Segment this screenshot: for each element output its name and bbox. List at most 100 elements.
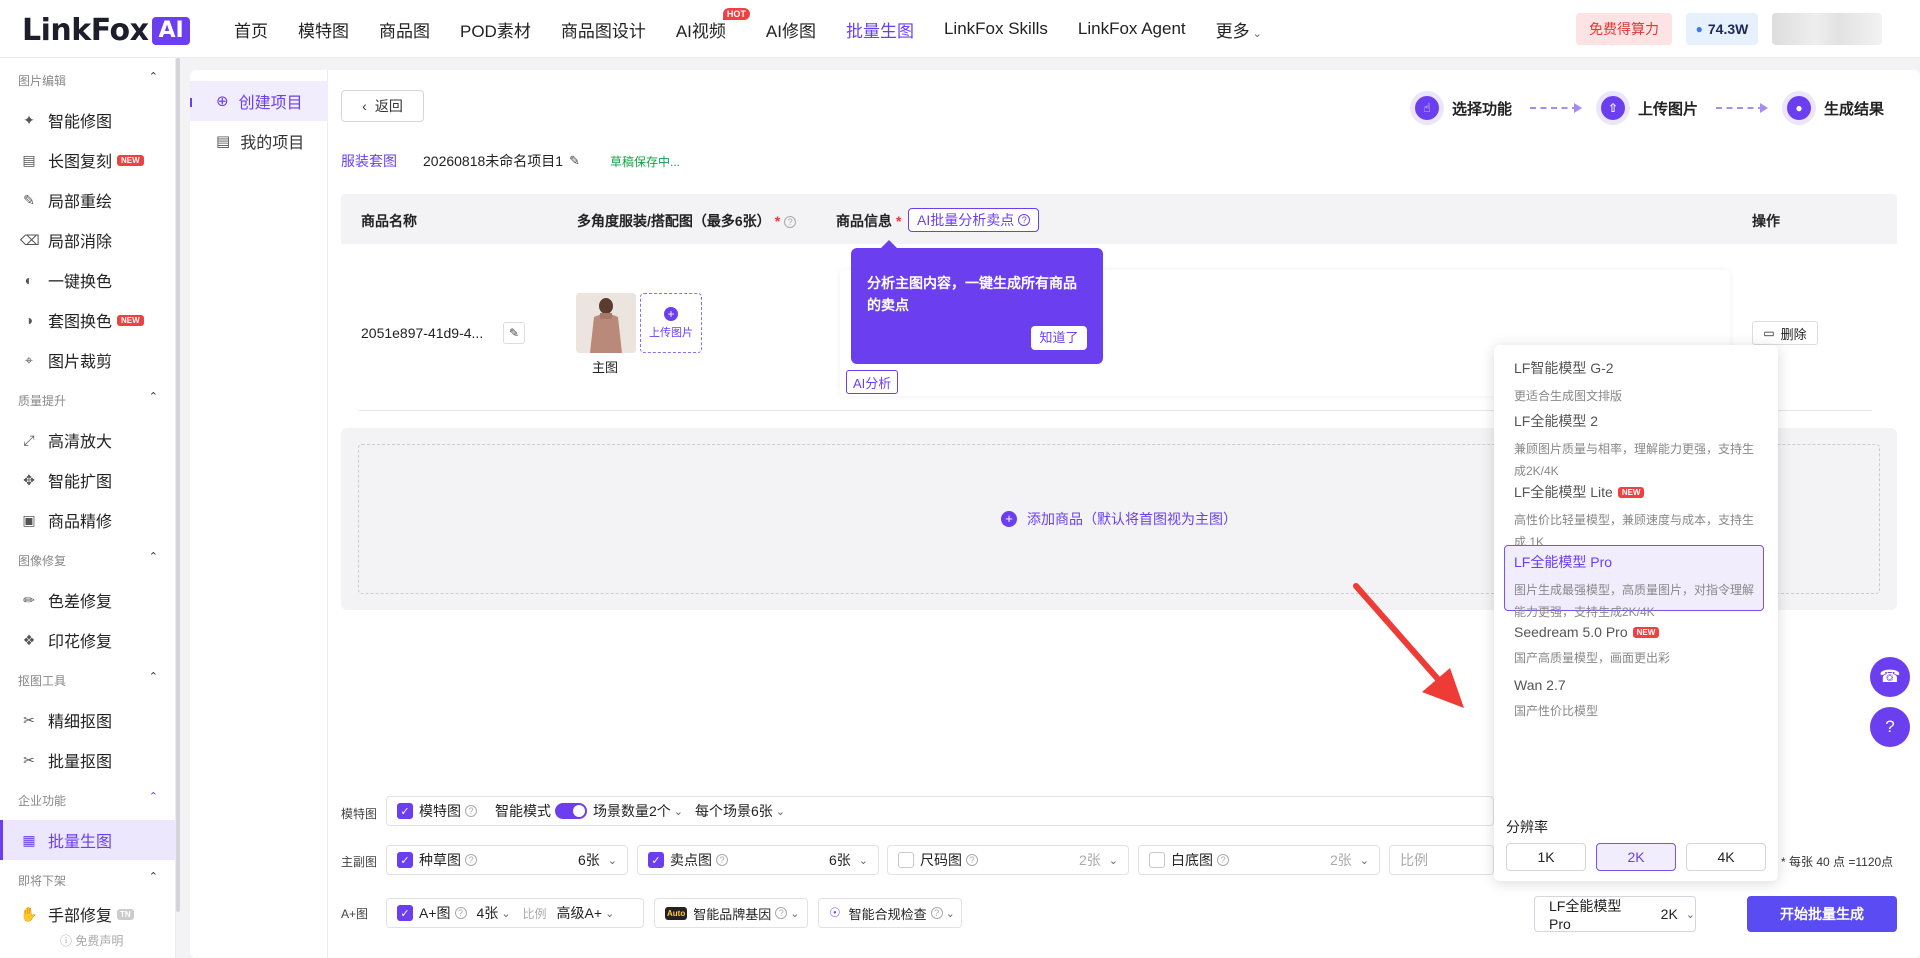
sidebar-item-set-recolor[interactable]: ◑ 套图换色 NEW xyxy=(0,300,176,340)
nav-home[interactable]: 首页 xyxy=(234,17,268,42)
nav-model-image[interactable]: 模特图 xyxy=(298,17,349,42)
config-row-label: 主副图 xyxy=(341,855,378,869)
aplus-ratio-select[interactable]: 高级A+ xyxy=(557,903,603,923)
start-batch-button[interactable]: 开始批量生成 xyxy=(1747,896,1897,932)
resolution-4k-button[interactable]: 4K xyxy=(1686,843,1766,871)
model-option-selected[interactable]: LF全能模型 Pro 图片生成最强模型，高质量图片，对指令理解能力更强，支持生成2… xyxy=(1504,545,1764,619)
sidebar-group-title[interactable]: 抠图工具 ⌃ xyxy=(18,671,158,689)
model-option[interactable]: LF全能模型 Lite NEW 高性价比轻量模型，兼顾速度与成本，支持生成 1K xyxy=(1504,475,1764,554)
nav-label: 更多 xyxy=(1215,21,1250,41)
credit-balance[interactable]: ● 74.3W xyxy=(1686,13,1758,45)
nav-product-design[interactable]: 商品图设计 xyxy=(561,17,646,42)
project-type-link[interactable]: 服装套图 xyxy=(341,151,397,171)
subnav-my-projects[interactable]: ▤ 我的项目 xyxy=(190,121,328,161)
delete-button[interactable]: ▭ 删除 xyxy=(1752,321,1818,345)
sidebar-scrollbar[interactable] xyxy=(176,58,180,912)
model-option[interactable]: LF智能模型 G-2 更适合生成图文排版 xyxy=(1504,351,1764,408)
nav-batch-generate[interactable]: 批量生图 xyxy=(846,17,914,42)
sidebar-item-long-copy[interactable]: ▤ 长图复刻 NEW xyxy=(0,140,176,180)
sidebar-item-upscale[interactable]: ⤢ 高清放大 xyxy=(0,420,176,460)
tooltip-dismiss-button[interactable]: 知道了 xyxy=(1031,326,1087,350)
help-icon[interactable]: ? xyxy=(716,854,728,866)
selling-image-select[interactable]: ✓ 卖点图? 6张 ⌄ xyxy=(637,845,879,875)
aplus-checkbox[interactable]: ✓ xyxy=(397,905,413,921)
smart-mode-toggle[interactable] xyxy=(555,803,587,819)
help-icon[interactable]: ? xyxy=(454,907,467,919)
grass-checkbox[interactable]: ✓ xyxy=(397,852,413,868)
help-icon[interactable]: ? xyxy=(1870,707,1910,747)
sidebar-item-print-fix[interactable]: ❖ 印花修复 xyxy=(0,620,176,660)
sidebar-group-title[interactable]: 图像修复 ⌃ xyxy=(18,551,158,569)
sidebar-item-hand-fix[interactable]: ✋ 手部修复 TN xyxy=(0,898,176,930)
upload-image-button[interactable]: + 上传图片 xyxy=(640,293,702,353)
grass-image-select[interactable]: ✓ 种草图? 6张 ⌄ xyxy=(386,845,628,875)
nav-more[interactable]: 更多 ⌄ xyxy=(1216,17,1262,42)
add-product-label: 添加商品（默认将首图视为主图） xyxy=(1027,511,1237,527)
sidebar-item-smart-retouch[interactable]: ✦ 智能修图 xyxy=(0,100,176,140)
nav-pod[interactable]: POD素材 xyxy=(460,17,531,42)
sidebar-group-title[interactable]: 企业功能 ⌃ xyxy=(18,791,158,809)
sidebar-group-title[interactable]: 即将下架 ⌃ xyxy=(18,871,158,889)
model-select[interactable]: LF全能模型 Pro 2K ⌄ xyxy=(1534,896,1696,932)
sidebar-item-erase[interactable]: ⌫ 局部消除 xyxy=(0,220,176,260)
edit-icon[interactable]: ✎ xyxy=(569,153,580,169)
logo-badge: AI xyxy=(152,16,190,45)
ratio-select[interactable]: 比例 xyxy=(1389,845,1494,875)
subnav-create-project[interactable]: ⊕ 创建项目 xyxy=(190,81,328,121)
ai-batch-analyze-button[interactable]: AI批量分析卖点? xyxy=(908,208,1040,232)
white-bg-select[interactable]: 白底图? 2张 ⌄ xyxy=(1138,845,1380,875)
help-icon[interactable]: ? xyxy=(966,854,978,866)
help-icon[interactable]: ? xyxy=(465,854,477,866)
sidebar-item-batch-cutout[interactable]: ✂ 批量抠图 xyxy=(0,740,176,780)
model-option[interactable]: LF全能模型 2 兼顾图片质量与相率，理解能力更强，支持生成2K/4K xyxy=(1504,404,1764,483)
help-icon[interactable]: ? xyxy=(784,216,797,228)
nav-ai-video[interactable]: AI视频 HOT xyxy=(676,7,750,42)
compliance-check-select[interactable]: ☉ 智能合规检查? ⌄ xyxy=(818,898,962,928)
sidebar-item-color-fix[interactable]: ✏ 色差修复 xyxy=(0,580,176,620)
scene-count-select[interactable]: 场景数量2个 xyxy=(593,801,671,821)
sidebar-item-crop[interactable]: ⌖ 图片裁剪 xyxy=(0,340,176,380)
free-credits-button[interactable]: 免费得算力 xyxy=(1576,13,1672,45)
user-avatar[interactable] xyxy=(1772,13,1882,45)
sidebar-item-outpaint[interactable]: ✥ 智能扩图 xyxy=(0,460,176,500)
aplus-count-select[interactable]: 4张 xyxy=(477,903,499,923)
nav-product-image[interactable]: 商品图 xyxy=(379,17,430,42)
model-option[interactable]: Wan 2.7 国产性价比模型 xyxy=(1504,670,1764,723)
nav-ai-retouch[interactable]: AI修图 xyxy=(766,17,816,42)
brand-logo[interactable]: LinkFox AI xyxy=(22,13,190,48)
disclaimer-link[interactable]: ⓘ 免费声明 xyxy=(60,932,123,949)
sidebar-group-title[interactable]: 图片编辑 ⌃ xyxy=(18,71,158,89)
product-thumbnail[interactable] xyxy=(576,293,636,353)
white-bg-checkbox[interactable] xyxy=(1149,852,1165,868)
nav-skills[interactable]: LinkFox Skills xyxy=(944,19,1048,39)
edit-name-button[interactable]: ✎ xyxy=(503,322,525,344)
resolution-2k-button[interactable]: 2K xyxy=(1596,843,1676,871)
sidebar-item-batch-generate[interactable]: ▦ 批量生图 xyxy=(0,820,176,860)
disclaimer-label: 免费声明 xyxy=(75,934,124,948)
sidebar-item-product-retouch[interactable]: ▣ 商品精修 xyxy=(0,500,176,540)
help-icon[interactable]: ? xyxy=(930,907,943,919)
help-icon[interactable]: ? xyxy=(775,907,788,919)
per-scene-select[interactable]: 每个场景6张 xyxy=(695,801,773,821)
resolution-1k-button[interactable]: 1K xyxy=(1506,843,1586,871)
support-headset-icon[interactable]: ☎ xyxy=(1870,657,1910,697)
ai-analyze-button[interactable]: AI分析 xyxy=(846,370,899,394)
size-checkbox[interactable] xyxy=(898,852,914,868)
help-icon[interactable]: ? xyxy=(465,805,477,817)
chevron-down-icon: ⌄ xyxy=(775,805,786,818)
model-checkbox[interactable]: ✓ xyxy=(397,803,413,819)
nav-agent[interactable]: LinkFox Agent xyxy=(1078,19,1186,39)
sidebar-group-title[interactable]: 质量提升 ⌃ xyxy=(18,391,158,409)
chevron-down-icon: ⌄ xyxy=(1252,27,1262,40)
sidebar-item-label: 局部重绘 xyxy=(48,194,113,211)
selling-checkbox[interactable]: ✓ xyxy=(648,852,664,868)
sidebar-item-fine-cutout[interactable]: ✂ 精细抠图 xyxy=(0,700,176,740)
sidebar-item-recolor[interactable]: ◐ 一键换色 xyxy=(0,260,176,300)
sidebar-item-inpaint[interactable]: ✎ 局部重绘 xyxy=(0,180,176,220)
size-image-select[interactable]: 尺码图? 2张 ⌄ xyxy=(887,845,1129,875)
edit-icon: ✎ xyxy=(508,326,520,340)
brand-gene-select[interactable]: Auto 智能品牌基因? ⌄ xyxy=(654,898,808,928)
model-option[interactable]: Seedream 5.0 Pro NEW 国产高质量模型，画面更出彩 xyxy=(1504,617,1764,670)
help-icon[interactable]: ? xyxy=(1217,854,1229,866)
back-button[interactable]: ‹ 返回 xyxy=(341,90,424,122)
